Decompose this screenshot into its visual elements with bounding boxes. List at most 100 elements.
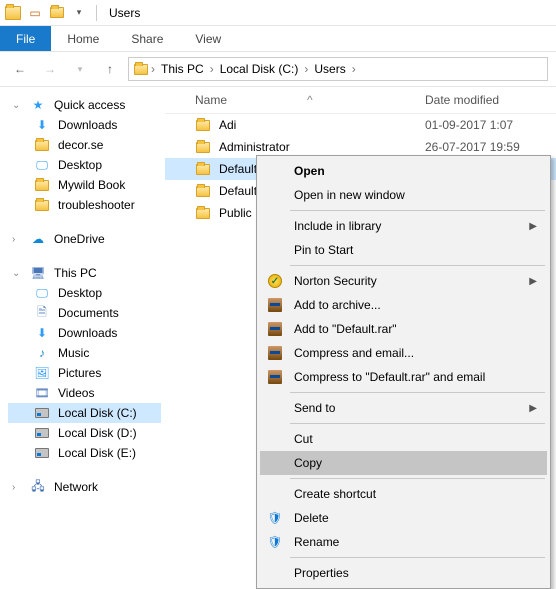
tree-item-troubleshooter[interactable]: troubleshooter — [8, 195, 161, 215]
list-row[interactable]: Adi 01-09-2017 1:07 — [165, 114, 556, 136]
tree-item-disk-d[interactable]: Local Disk (D:) — [8, 423, 161, 443]
tree-item-music[interactable]: ♪Music — [8, 343, 161, 363]
qat-newfolder-icon[interactable] — [48, 4, 66, 22]
winrar-icon — [264, 368, 286, 386]
blank-icon — [264, 217, 286, 235]
menu-label: Delete — [294, 511, 537, 525]
tree-item-mywild[interactable]: Mywild Book — [8, 175, 161, 195]
menu-label: Compress and email... — [294, 346, 537, 360]
qat-properties-icon[interactable]: ▭ — [26, 4, 44, 22]
menu-properties[interactable]: Properties — [260, 561, 547, 585]
menu-pin-start[interactable]: Pin to Start — [260, 238, 547, 262]
chevron-right-icon[interactable]: › — [151, 62, 155, 76]
crumb-this-pc[interactable]: This PC — [157, 62, 208, 76]
file-name: Administrator — [219, 140, 290, 154]
address-bar[interactable]: › This PC › Local Disk (C:) › Users › — [128, 57, 548, 81]
menu-open-new-window[interactable]: Open in new window — [260, 183, 547, 207]
tree-this-pc[interactable]: ⌄ 🖥 This PC — [8, 263, 161, 283]
file-name: Default — [219, 162, 257, 176]
folder-icon — [34, 177, 50, 193]
tree-item-desktop2[interactable]: 🖵Desktop — [8, 283, 161, 303]
folder-icon — [195, 183, 211, 199]
nav-up-button[interactable]: ↑ — [98, 57, 122, 81]
tree-item-pictures[interactable]: 🖼Pictures — [8, 363, 161, 383]
tree-item-documents[interactable]: 🗎Documents — [8, 303, 161, 323]
chevron-right-icon[interactable]: › — [12, 234, 22, 245]
winrar-icon — [264, 344, 286, 362]
chevron-right-icon[interactable]: › — [352, 62, 356, 76]
crumb-users[interactable]: Users — [310, 62, 349, 76]
menu-add-archive[interactable]: Add to archive... — [260, 293, 547, 317]
menu-include-library[interactable]: Include in library▶ — [260, 214, 547, 238]
tab-file[interactable]: File — [0, 26, 51, 51]
tab-view[interactable]: View — [179, 26, 237, 51]
menu-norton[interactable]: ✓ Norton Security ▶ — [260, 269, 547, 293]
qat-dropdown-icon[interactable]: ▾ — [70, 4, 88, 22]
blank-icon — [264, 564, 286, 582]
menu-create-shortcut[interactable]: Create shortcut — [260, 482, 547, 506]
chevron-right-icon[interactable]: › — [210, 62, 214, 76]
menu-copy[interactable]: Copy — [260, 451, 547, 475]
menu-label: Open in new window — [294, 188, 537, 202]
tree-item-videos[interactable]: 🎞Videos — [8, 383, 161, 403]
tree-item-disk-c[interactable]: Local Disk (C:) — [8, 403, 161, 423]
chevron-right-icon: ▶ — [529, 276, 537, 287]
folder-app-icon — [4, 4, 22, 22]
tree-onedrive[interactable]: › ☁ OneDrive — [8, 229, 161, 249]
file-date: 01-09-2017 1:07 — [425, 118, 513, 132]
folder-icon — [195, 139, 211, 155]
menu-open[interactable]: Open — [260, 159, 547, 183]
menu-separator — [290, 265, 545, 266]
crumb-local-disk[interactable]: Local Disk (C:) — [216, 62, 303, 76]
tree-label: This PC — [54, 266, 97, 280]
nav-back-button[interactable]: ← — [8, 57, 32, 81]
tree-item-decor[interactable]: decor.se — [8, 135, 161, 155]
chevron-right-icon[interactable]: › — [12, 482, 22, 493]
tree-network[interactable]: › 🖧 Network — [8, 477, 161, 497]
menu-separator — [290, 478, 545, 479]
shield-icon: 🛡 — [264, 533, 286, 551]
menu-label: Properties — [294, 566, 537, 580]
tree-label: Local Disk (D:) — [58, 426, 137, 440]
nav-recent-icon[interactable]: ▾ — [68, 57, 92, 81]
pc-icon: 🖥 — [30, 265, 46, 281]
menu-delete[interactable]: 🛡 Delete — [260, 506, 547, 530]
file-name: Public — [219, 206, 252, 220]
nav-forward-button[interactable]: → — [38, 57, 62, 81]
tab-share[interactable]: Share — [115, 26, 179, 51]
documents-icon: 🗎 — [34, 305, 50, 321]
qat-separator — [96, 5, 97, 21]
chevron-down-icon[interactable]: ⌄ — [12, 268, 22, 279]
menu-label: Norton Security — [294, 274, 521, 288]
folder-icon — [195, 205, 211, 221]
tree-quick-access[interactable]: ⌄ ★ Quick access — [8, 95, 161, 115]
menu-cut[interactable]: Cut — [260, 427, 547, 451]
column-label: Name — [195, 93, 227, 107]
winrar-icon — [264, 320, 286, 338]
menu-send-to[interactable]: Send to▶ — [260, 396, 547, 420]
column-label: Date modified — [425, 93, 499, 107]
menu-compress-email[interactable]: Compress and email... — [260, 341, 547, 365]
menu-add-default-rar[interactable]: Add to "Default.rar" — [260, 317, 547, 341]
chevron-right-icon[interactable]: › — [304, 62, 308, 76]
shield-icon: 🛡 — [264, 509, 286, 527]
network-icon: 🖧 — [30, 479, 46, 495]
tab-home[interactable]: Home — [51, 26, 115, 51]
chevron-down-icon[interactable]: ⌄ — [12, 100, 22, 111]
downloads-icon: ⬇ — [34, 325, 50, 341]
column-date[interactable]: Date modified — [425, 93, 556, 107]
menu-label: Add to archive... — [294, 298, 537, 312]
tree-label: Videos — [58, 386, 94, 400]
tree-item-disk-e[interactable]: Local Disk (E:) — [8, 443, 161, 463]
desktop-icon: 🖵 — [34, 285, 50, 301]
tree-item-downloads[interactable]: ⬇Downloads — [8, 115, 161, 135]
tree-label: Music — [58, 346, 89, 360]
column-name[interactable]: Name^ — [195, 93, 425, 107]
star-icon: ★ — [30, 97, 46, 113]
tree-item-downloads2[interactable]: ⬇Downloads — [8, 323, 161, 343]
menu-rename[interactable]: 🛡Rename — [260, 530, 547, 554]
tree-item-desktop[interactable]: 🖵Desktop — [8, 155, 161, 175]
menu-compress-to[interactable]: Compress to "Default.rar" and email — [260, 365, 547, 389]
blank-icon — [264, 162, 286, 180]
norton-icon: ✓ — [264, 272, 286, 290]
